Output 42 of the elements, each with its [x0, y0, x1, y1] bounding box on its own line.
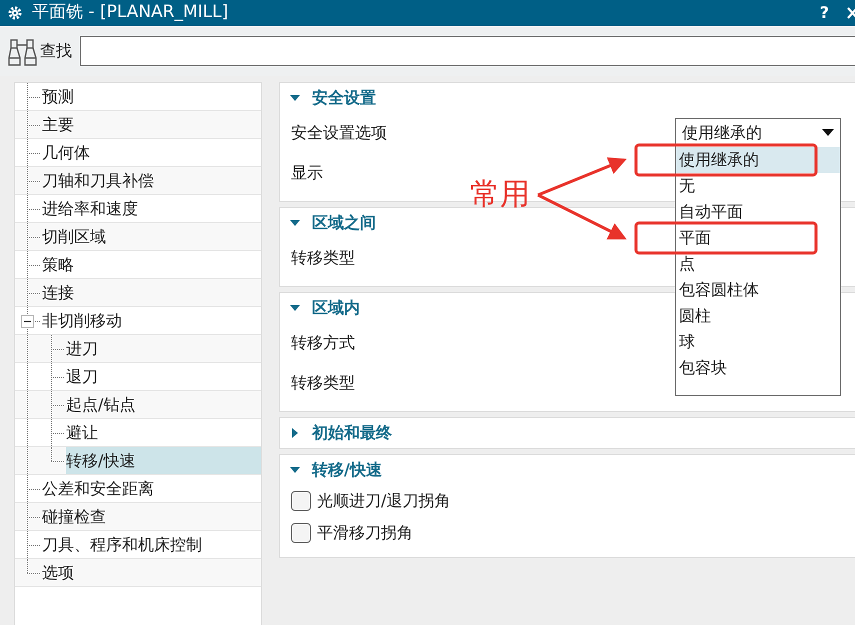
section-header[interactable]: 区域之间	[280, 208, 382, 238]
section-header[interactable]: 初始和最终	[280, 418, 398, 448]
dropdown-option[interactable]: 平面	[676, 225, 840, 251]
close-icon[interactable]	[847, 7, 855, 19]
dropdown-option[interactable]: 自动平面	[676, 199, 840, 225]
tree-item[interactable]: 转移/快速	[66, 447, 261, 474]
field-label: 转移类型	[291, 372, 355, 394]
tree-item[interactable]: 几何体	[42, 139, 261, 166]
window-title: 平面铣 - [PLANAR_MILL]	[32, 1, 230, 24]
tree-item[interactable]: 进给率和速度	[42, 195, 261, 222]
section-header[interactable]: 转移/快速	[280, 455, 388, 485]
tree-item[interactable]: 非切削移动	[42, 307, 261, 334]
settings-icon[interactable]	[8, 6, 22, 20]
help-button[interactable]: ?	[820, 1, 829, 25]
checkbox-label: 光顺进刀/退刀拐角	[317, 490, 450, 512]
dropdown-option[interactable]: 圆柱	[676, 303, 840, 329]
dropdown-option[interactable]: 包容块	[676, 355, 840, 381]
annotation-text: 常用	[470, 180, 530, 210]
caret-icon	[822, 129, 834, 137]
field-label: 安全设置选项	[291, 122, 387, 144]
field-label: 转移方式	[291, 332, 355, 354]
dropdown-option[interactable]: 点	[676, 251, 840, 277]
tree-item[interactable]: 公差和安全距离	[42, 475, 261, 502]
section-header[interactable]: 安全设置	[280, 83, 382, 113]
tree-item[interactable]: 预测	[42, 83, 261, 110]
field-label: 显示	[291, 162, 323, 184]
checkbox-label: 平滑移刀拐角	[317, 522, 413, 544]
checkbox[interactable]	[291, 523, 311, 543]
dropdown-option[interactable]: 球	[676, 329, 840, 355]
field-label: 转移类型	[291, 247, 355, 269]
dropdown-option[interactable]: 使用继承的	[676, 147, 840, 173]
search-field[interactable]	[80, 36, 855, 66]
tree-item[interactable]: 避让	[66, 419, 261, 446]
dropdown-option[interactable]: 无	[676, 173, 840, 199]
search-label: 查找	[40, 40, 72, 62]
checkbox[interactable]	[291, 491, 311, 511]
tree-item[interactable]: 策略	[42, 251, 261, 278]
dropdown-option[interactable]: 包容圆柱体	[676, 277, 840, 303]
tree-item[interactable]: 退刀	[66, 363, 261, 390]
collapse-toggle[interactable]	[21, 315, 34, 328]
section-header[interactable]: 区域内	[280, 293, 366, 323]
tree-item[interactable]: 刀具、程序和机床控制	[42, 531, 261, 558]
